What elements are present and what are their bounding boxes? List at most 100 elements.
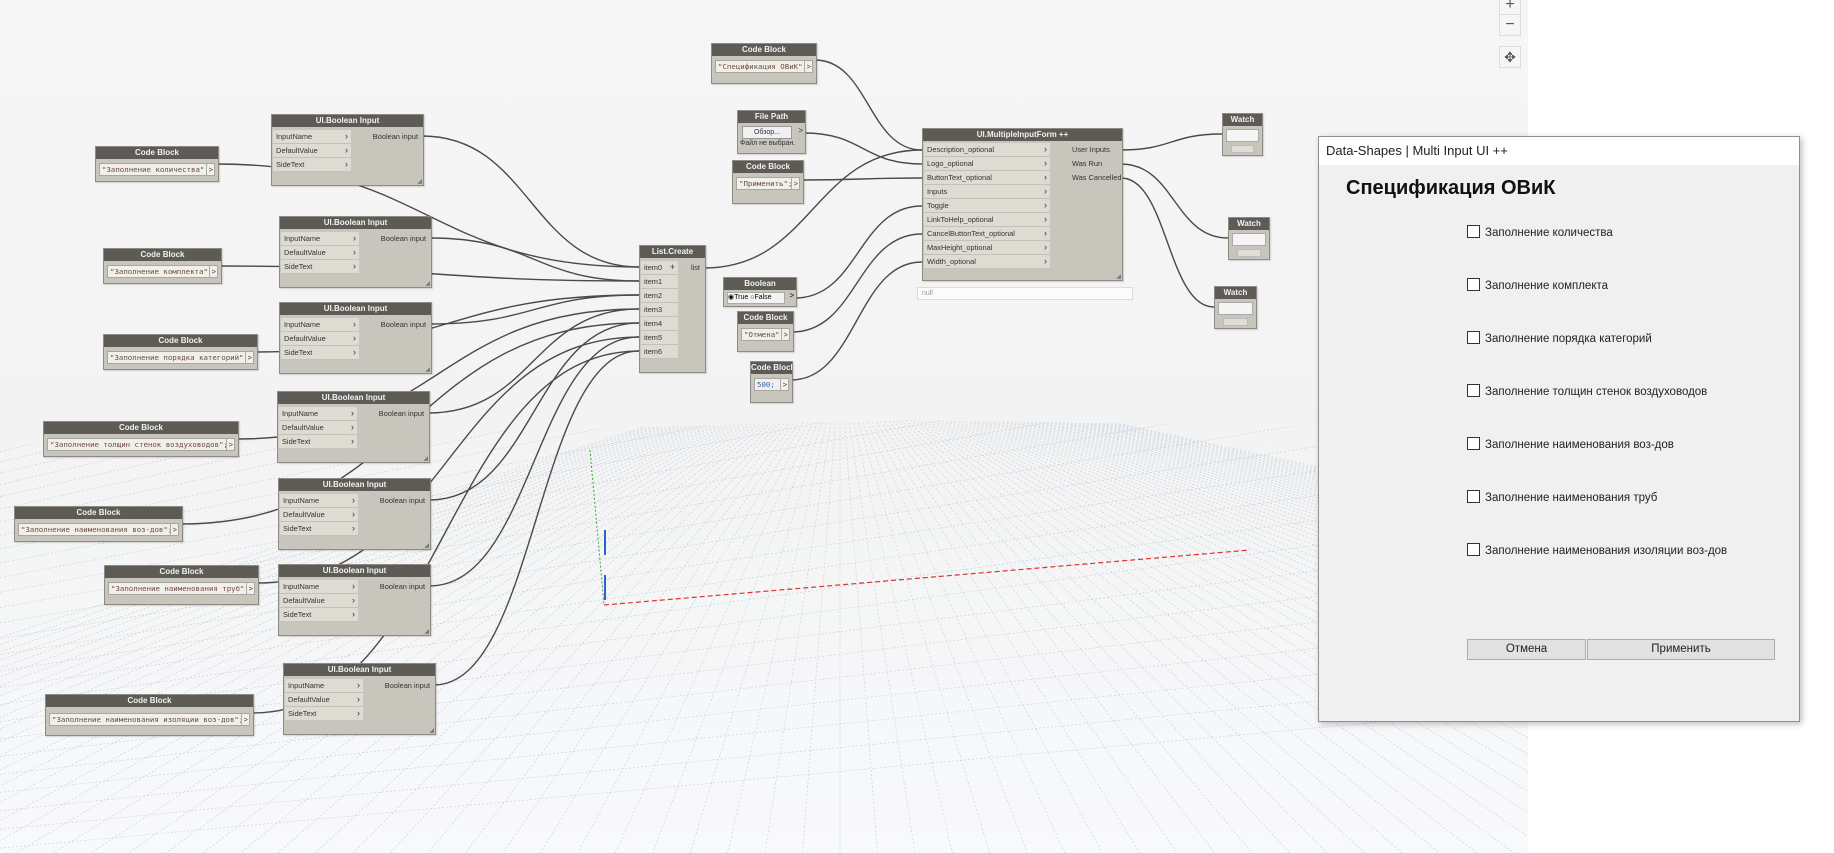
input-port[interactable]: ButtonText_optional ›: [924, 171, 1050, 185]
checkbox[interactable]: [1467, 331, 1480, 344]
code-text[interactable]: "Заполнение комплекта"; >: [107, 265, 218, 278]
checkbox-row[interactable]: Заполнение комплекта: [1467, 278, 1608, 294]
input-port[interactable]: InputName ›: [273, 130, 351, 144]
input-port[interactable]: item2: [641, 289, 678, 303]
output-port[interactable]: list: [691, 261, 704, 274]
input-port[interactable]: DefaultValue ›: [281, 332, 359, 346]
output-port[interactable]: >: [798, 126, 803, 135]
code-block-node[interactable]: Code Block "Заполнение наименования изол…: [45, 694, 254, 736]
input-port[interactable]: SideText ›: [273, 158, 351, 172]
input-port[interactable]: Inputs ›: [924, 185, 1050, 199]
input-port[interactable]: InputName ›: [280, 494, 358, 508]
input-port[interactable]: LinkToHelp_optional ›: [924, 213, 1050, 227]
input-port[interactable]: DefaultValue ›: [281, 246, 359, 260]
code-text[interactable]: 500; >: [754, 378, 789, 391]
input-port[interactable]: MaxHeight_optional ›: [924, 241, 1050, 255]
resize-handle[interactable]: ◢: [424, 628, 429, 635]
code-block-node[interactable]: Code Block "Применить"; >: [732, 160, 804, 204]
file-path-node[interactable]: File Path Обзор... > Файл не выбран.: [737, 110, 806, 154]
input-port[interactable]: SideText ›: [279, 435, 357, 449]
boolean-input-node[interactable]: UI.Boolean Input InputName › DefaultValue…: [283, 663, 436, 735]
output-port[interactable]: Was Run: [1072, 157, 1102, 170]
checkbox-row[interactable]: Заполнение толщин стенок воздуховодов: [1467, 384, 1707, 400]
output-port[interactable]: Boolean input: [381, 318, 430, 331]
input-port[interactable]: InputName ›: [280, 580, 358, 594]
code-block-node[interactable]: Code Block "Заполнение наименования воз-…: [14, 506, 183, 542]
code-text[interactable]: "Заполнение количества"; >: [99, 163, 215, 176]
dialog-titlebar[interactable]: Data-Shapes | Multi Input UI ++: [1319, 137, 1799, 165]
resize-handle[interactable]: ◢: [423, 455, 428, 462]
boolean-input-node[interactable]: UI.Boolean Input InputName › DefaultValue…: [279, 216, 432, 288]
output-port[interactable]: Was Cancelled: [1072, 171, 1121, 184]
checkbox-row[interactable]: Заполнение наименования изоляции воз-дов: [1467, 543, 1727, 559]
code-text[interactable]: "Отмена"; >: [741, 328, 790, 341]
checkbox-row[interactable]: Заполнение порядка категорий: [1467, 331, 1652, 347]
zoom-out-button[interactable]: −: [1499, 14, 1521, 36]
list-create-node[interactable]: List.Create item0 + item1 item2 item3 ite…: [639, 245, 706, 373]
watch-node[interactable]: Watch: [1214, 286, 1257, 329]
checkbox[interactable]: [1467, 225, 1480, 238]
code-text[interactable]: "Спецификация ОВиК"; >: [715, 60, 813, 73]
boolean-input-node[interactable]: UI.Boolean Input InputName › DefaultValue…: [271, 114, 424, 186]
boolean-input-node[interactable]: UI.Boolean Input InputName › DefaultValue…: [279, 302, 432, 374]
code-block-node[interactable]: Code Block "Заполнение толщин стенок воз…: [43, 421, 239, 457]
output-port[interactable]: Boolean input: [373, 130, 422, 143]
multiple-input-form-node[interactable]: UI.MultipleInputForm ++ Description_opti…: [922, 128, 1123, 281]
input-port[interactable]: DefaultValue ›: [280, 594, 358, 608]
boolean-input-node[interactable]: UI.Boolean Input InputName › DefaultValue…: [278, 478, 431, 550]
code-block-node[interactable]: Code Block "Заполнение наименования труб…: [104, 565, 259, 605]
input-port[interactable]: item3: [641, 303, 678, 317]
input-port[interactable]: Width_optional ›: [924, 255, 1050, 269]
input-port[interactable]: Toggle ›: [924, 199, 1050, 213]
input-port[interactable]: InputName ›: [279, 407, 357, 421]
input-port[interactable]: CancelButtonText_optional ›: [924, 227, 1050, 241]
cancel-button[interactable]: Отмена: [1467, 639, 1586, 660]
input-port[interactable]: SideText ›: [281, 260, 359, 274]
resize-handle[interactable]: ◢: [429, 727, 434, 734]
resize-handle[interactable]: ◢: [417, 178, 422, 185]
checkbox-row[interactable]: Заполнение количества: [1467, 225, 1613, 241]
input-port[interactable]: DefaultValue ›: [279, 421, 357, 435]
code-block-node[interactable]: Code Block 500; >: [750, 361, 793, 403]
resize-handle[interactable]: ◢: [424, 542, 429, 549]
boolean-node[interactable]: Boolean ◉True ○False >: [723, 277, 797, 307]
checkbox[interactable]: [1467, 437, 1480, 450]
code-block-node[interactable]: Code Block "Отмена"; >: [737, 311, 794, 352]
code-text[interactable]: "Заполнение наименования воз-дов"; >: [18, 523, 179, 536]
code-block-node[interactable]: Code Block "Заполнение комплекта"; >: [103, 248, 222, 284]
checkbox[interactable]: [1467, 278, 1480, 291]
boolean-toggle[interactable]: ◉True ○False: [727, 292, 785, 304]
checkbox[interactable]: [1467, 384, 1480, 397]
output-port[interactable]: User Inputs: [1072, 143, 1110, 156]
input-port[interactable]: DefaultValue ›: [285, 693, 363, 707]
input-port[interactable]: DefaultValue ›: [273, 144, 351, 158]
input-port[interactable]: DefaultValue ›: [280, 508, 358, 522]
input-port[interactable]: SideText ›: [280, 522, 358, 536]
pan-icon[interactable]: ✥: [1499, 46, 1521, 68]
code-text[interactable]: "Применить"; >: [736, 177, 800, 190]
resize-handle[interactable]: ◢: [425, 280, 430, 287]
input-port[interactable]: item5: [641, 331, 678, 345]
input-port[interactable]: item1: [641, 275, 678, 289]
output-port[interactable]: Boolean input: [385, 679, 434, 692]
input-port[interactable]: InputName ›: [281, 318, 359, 332]
output-port[interactable]: Boolean input: [380, 580, 429, 593]
code-block-node[interactable]: Code Block "Спецификация ОВиК"; >: [711, 43, 817, 84]
watch-node[interactable]: Watch: [1228, 217, 1270, 260]
code-text[interactable]: "Заполнение порядка категорий"; >: [107, 351, 254, 364]
output-port[interactable]: Boolean input: [379, 407, 428, 420]
watch-node[interactable]: Watch: [1222, 113, 1263, 156]
code-text[interactable]: "Заполнение наименования труб"; >: [108, 582, 255, 595]
boolean-input-node[interactable]: UI.Boolean Input InputName › DefaultValue…: [278, 564, 431, 636]
output-port[interactable]: >: [789, 291, 794, 300]
resize-handle[interactable]: ◢: [1116, 273, 1121, 280]
checkbox-row[interactable]: Заполнение наименования воз-дов: [1467, 437, 1674, 453]
resize-handle[interactable]: ◢: [425, 366, 430, 373]
code-block-node[interactable]: Code Block "Заполнение порядка категорий…: [103, 334, 258, 370]
checkbox-row[interactable]: Заполнение наименования труб: [1467, 490, 1657, 506]
checkbox[interactable]: [1467, 490, 1480, 503]
input-port[interactable]: item4: [641, 317, 678, 331]
input-port[interactable]: SideText ›: [285, 707, 363, 721]
graph-canvas[interactable]: + − ✥ Code Block "Заполнение количества"…: [0, 0, 1528, 853]
input-port[interactable]: SideText ›: [280, 608, 358, 622]
